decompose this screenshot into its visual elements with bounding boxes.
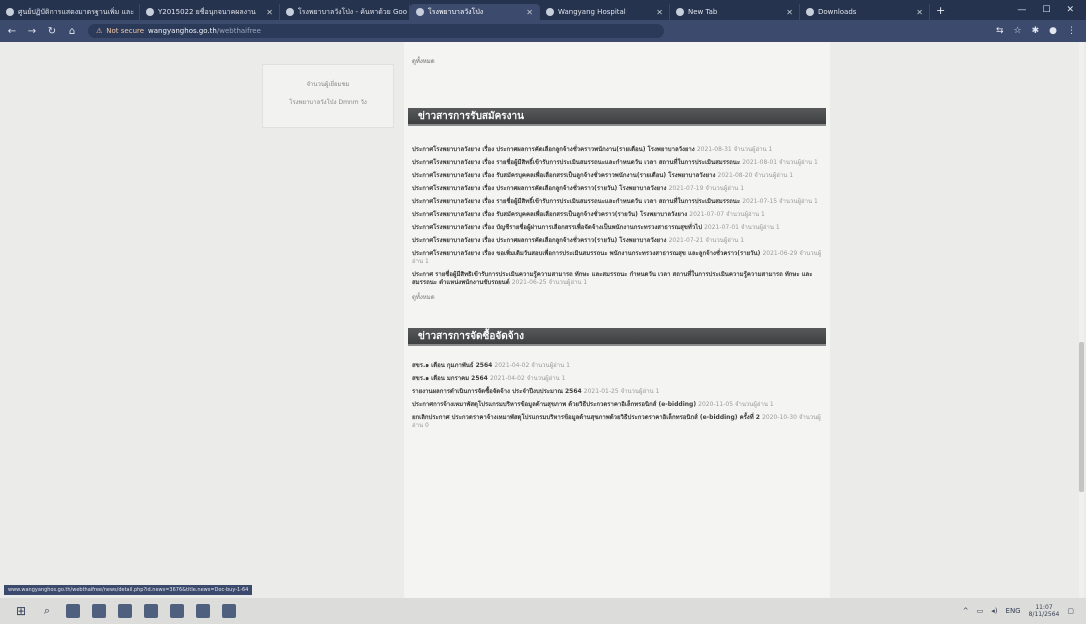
favicon-icon: [6, 8, 14, 16]
network-icon[interactable]: ▭: [977, 607, 984, 615]
section-header-procurement: ข่าวสารการจัดซื้อจัดจ้าง: [408, 328, 826, 346]
close-icon[interactable]: ✕: [522, 8, 533, 17]
news-item[interactable]: สขร.๑ เดือน มกราคม 2564 2021-04-02 จำนวน…: [412, 375, 822, 383]
news-item[interactable]: ยกเลิกประกาศ ประกวดราคาจ้างเหมาพัสดุโปรแ…: [412, 414, 822, 430]
browser-tab[interactable]: New Tab ✕: [670, 4, 800, 20]
favicon-icon: [676, 8, 684, 16]
not-secure-label: Not secure: [106, 27, 145, 35]
menu-icon[interactable]: ⋮: [1067, 26, 1076, 36]
bookmark-star-icon[interactable]: ☆: [1014, 26, 1022, 36]
clock-time: 11:07: [1035, 604, 1053, 611]
browser-tab[interactable]: Wangyang Hospital ✕: [540, 4, 670, 20]
news-item[interactable]: ประกาศ รายชื่อผู้มีสิทธิเข้ารับการประเมิ…: [412, 271, 822, 287]
excel-app-icon[interactable]: [144, 604, 158, 618]
visitor-counter-label: จำนวนผู้เยี่ยมชม: [306, 81, 350, 88]
language-indicator[interactable]: ENG: [1006, 607, 1021, 615]
browser-app-icon[interactable]: [66, 604, 80, 618]
link-status-bar: www.wangyanghos.go.th/webthaifree/news/d…: [4, 585, 253, 595]
close-icon[interactable]: ✕: [782, 8, 793, 17]
file-explorer-icon[interactable]: [92, 604, 106, 618]
warning-icon: ⚠: [96, 27, 103, 35]
browser-toolbar: ← → ↻ ⌂ ⚠ Not secure wangyanghos.go.th /…: [0, 20, 1086, 42]
forward-icon[interactable]: →: [24, 26, 40, 37]
page-scrollbar[interactable]: [1079, 42, 1084, 598]
chevron-up-icon[interactable]: ^: [963, 607, 969, 615]
news-item[interactable]: ประกาศโรงพยาบาลวังยาง เรื่อง รับสมัครบุค…: [412, 211, 822, 219]
download-icon: [806, 8, 814, 16]
favicon-icon: [546, 8, 554, 16]
news-item[interactable]: ประกาศโรงพยาบาลวังยาง เรื่อง รายชื่อผู้ม…: [412, 198, 822, 206]
favicon-icon: [416, 8, 424, 16]
profile-icon[interactable]: ●: [1049, 26, 1057, 36]
news-item[interactable]: ประกาศโรงพยาบาลวังยาง เรื่อง รายชื่อผู้ม…: [412, 159, 822, 167]
maximize-icon[interactable]: ☐: [1042, 5, 1050, 15]
see-all-link[interactable]: ดูทั้งหมด: [404, 48, 830, 66]
news-item[interactable]: ประกาศโรงพยาบาลวังยาง เรื่อง ประกาศผลการ…: [412, 237, 822, 245]
see-all-link[interactable]: ดูทั้งหมด: [412, 292, 822, 302]
news-item[interactable]: รายงานผลการดำเนินการจัดซื้อจัดจ้าง ประจำ…: [412, 388, 822, 396]
window-controls: — ☐ ✕: [1017, 5, 1086, 15]
section-header-jobs: ข่าวสารการรับสมัครงาน: [408, 108, 826, 126]
browser-tab[interactable]: Y2015022 ยชื่อนุกจนาคผลงาน ✕: [140, 4, 280, 20]
url-path: /webthaifree: [216, 27, 261, 35]
news-item[interactable]: สขร.๑ เดือน กุมภาพันธ์ 2564 2021-04-02 จ…: [412, 362, 822, 370]
browser-tab[interactable]: Downloads ✕: [800, 4, 930, 20]
windows-start-icon[interactable]: ⊞: [14, 604, 28, 618]
new-tab-button[interactable]: +: [936, 4, 945, 17]
translate-icon[interactable]: ⇆: [996, 26, 1004, 36]
search-icon[interactable]: ⌕: [40, 604, 54, 618]
notifications-icon[interactable]: ▢: [1067, 607, 1074, 615]
news-item[interactable]: ประกาศการจ้างเหมาพัสดุโปรแกรมบริหารข้อมู…: [412, 401, 822, 409]
news-item[interactable]: ประกาศโรงพยาบาลวังยาง เรื่อง ประกาศผลการ…: [412, 185, 822, 193]
url-host: wangyanghos.go.th: [148, 27, 217, 35]
browser-tab[interactable]: โรงพยาบาลวังโป่ง - ค้นหาด้วย Goo ✕: [280, 4, 410, 20]
close-icon[interactable]: ✕: [262, 8, 273, 17]
job-news-list: ประกาศโรงพยาบาลวังยาง เรื่อง ประกาศผลการ…: [404, 126, 830, 302]
visitor-counter-box: จำนวนผู้เยี่ยมชม โรงพยาบาลวังโป่ง Dmnm ว…: [262, 64, 394, 128]
chrome-app-icon[interactable]: [170, 604, 184, 618]
close-icon[interactable]: ✕: [912, 8, 923, 17]
browser-tab-active[interactable]: โรงพยาบาลวังโป่ง ✕: [410, 4, 540, 20]
browser-tab[interactable]: ศูนย์ปฏิบัติการแสดงมาตรฐานเพิ่ม และ ✕: [0, 4, 140, 20]
browser-tab-bar: ศูนย์ปฏิบัติการแสดงมาตรฐานเพิ่ม และ ✕ Y2…: [0, 0, 1086, 20]
reload-icon[interactable]: ↻: [44, 26, 60, 37]
close-window-icon[interactable]: ✕: [1066, 5, 1074, 15]
news-item[interactable]: ประกาศโรงพยาบาลวังยาง เรื่อง ประกาศผลการ…: [412, 146, 822, 154]
extensions-icon[interactable]: ✱: [1032, 26, 1040, 36]
clock[interactable]: 11:07 8/11/2564: [1029, 604, 1060, 618]
volume-icon[interactable]: ◂): [991, 607, 997, 615]
news-item[interactable]: ประกาศโรงพยาบาลวังยาง เรื่อง ขอเพิ่มเติม…: [412, 250, 822, 266]
main-content: ดูทั้งหมด ข่าวสารการรับสมัครงาน ประกาศโร…: [404, 42, 830, 598]
favicon-icon: [286, 8, 294, 16]
news-item[interactable]: ประกาศโรงพยาบาลวังยาง เรื่อง บัญชีรายชื่…: [412, 224, 822, 232]
news-item[interactable]: ประกาศโรงพยาบาลวังยาง เรื่อง รับสมัครบุค…: [412, 172, 822, 180]
favicon-icon: [146, 8, 154, 16]
windows-taskbar: ⊞ ⌕ ^ ▭ ◂) ENG 11:07 8/11/2564 ▢: [0, 598, 1086, 624]
system-tray: ^ ▭ ◂) ENG 11:07 8/11/2564 ▢: [963, 604, 1086, 618]
address-bar[interactable]: ⚠ Not secure wangyanghos.go.th /webthaif…: [88, 24, 664, 38]
word-app-icon[interactable]: [118, 604, 132, 618]
scrollbar-thumb[interactable]: [1079, 342, 1084, 492]
home-icon[interactable]: ⌂: [64, 26, 80, 37]
store-app-icon[interactable]: [196, 604, 210, 618]
web-page: จำนวนผู้เยี่ยมชม โรงพยาบาลวังโป่ง Dmnm ว…: [0, 42, 1086, 598]
photos-app-icon[interactable]: [222, 604, 236, 618]
back-icon[interactable]: ←: [4, 26, 20, 37]
close-icon[interactable]: ✕: [652, 8, 663, 17]
clock-date: 8/11/2564: [1028, 611, 1060, 618]
toolbar-actions: ⇆ ☆ ✱ ● ⋮: [996, 26, 1086, 36]
minimize-icon[interactable]: —: [1017, 5, 1026, 15]
visitor-counter-note: โรงพยาบาลวังโป่ง Dmnm วัง: [289, 99, 367, 106]
procurement-news-list: สขร.๑ เดือน กุมภาพันธ์ 2564 2021-04-02 จ…: [404, 346, 830, 430]
